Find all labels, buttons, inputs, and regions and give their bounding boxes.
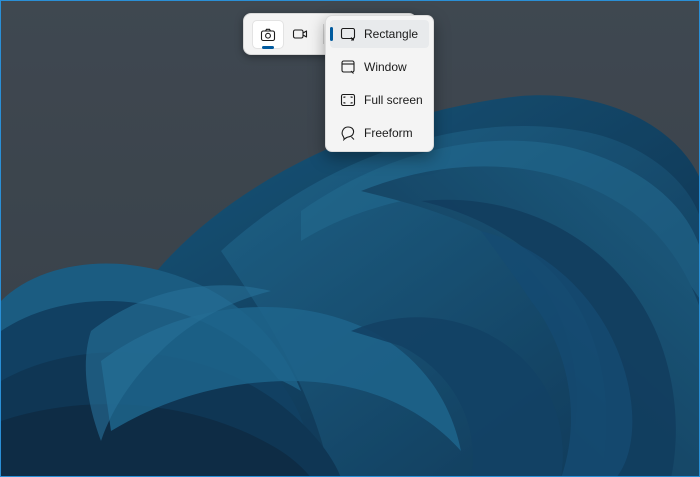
camera-icon	[260, 28, 276, 41]
screen-frame: Rectangle Window Full screen Freeform	[0, 0, 700, 477]
toolbar-divider	[323, 24, 324, 44]
menu-item-label: Window	[364, 60, 407, 74]
fullscreen-snip-icon	[339, 91, 357, 109]
menu-item-label: Rectangle	[364, 27, 419, 41]
record-mode-button[interactable]	[285, 20, 315, 47]
video-camera-icon	[292, 28, 308, 39]
menu-item-label: Freeform	[364, 126, 413, 140]
menu-item-label: Full screen	[364, 93, 423, 107]
selected-mode-indicator	[262, 46, 274, 49]
menu-item-freeform[interactable]: Freeform	[330, 119, 429, 147]
freeform-snip-icon	[339, 124, 357, 142]
snapshot-mode-button[interactable]	[252, 20, 284, 49]
menu-item-full-screen[interactable]: Full screen	[330, 86, 429, 114]
rectangle-snip-icon	[339, 25, 357, 43]
window-snip-icon	[339, 58, 357, 76]
selected-item-indicator	[330, 27, 333, 41]
menu-item-rectangle[interactable]: Rectangle	[330, 20, 429, 48]
menu-item-window[interactable]: Window	[330, 53, 429, 81]
snip-mode-menu: Rectangle Window Full screen Freeform	[325, 15, 434, 152]
